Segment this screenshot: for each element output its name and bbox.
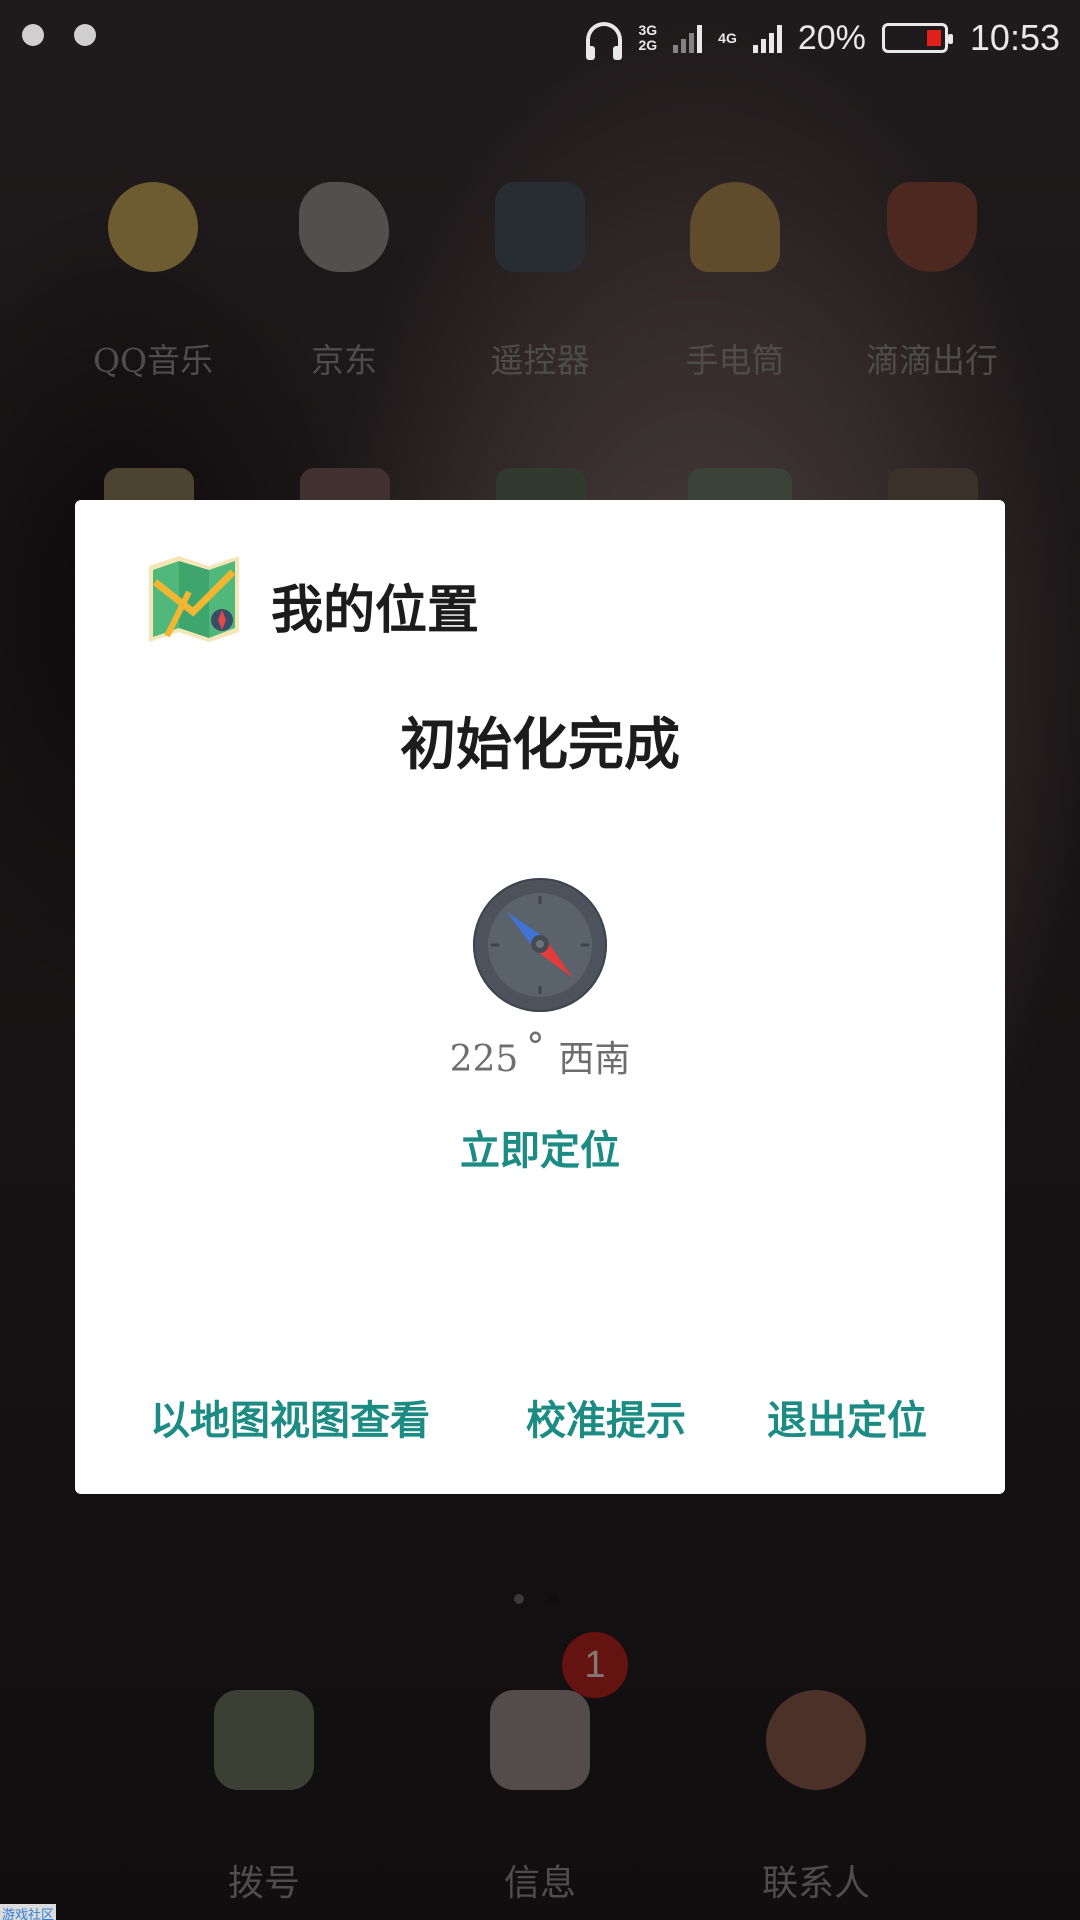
dialog-actions: 以地图视图查看 校准提示 退出定位 bbox=[75, 1388, 1005, 1448]
headset-icon bbox=[586, 22, 623, 60]
location-dialog: 我的位置 初始化完成 225 ° 西南 立即定位 以地图视图查看 校准提示 退出定位 bbox=[75, 500, 1005, 1494]
calibration-tip-button[interactable]: 校准提示 bbox=[526, 1388, 686, 1446]
dialog-title: 我的位置 bbox=[271, 580, 480, 641]
map-icon bbox=[149, 556, 239, 642]
signal-icon bbox=[673, 23, 703, 53]
status-bar: 3G 2G 4G 20% 10:53 bbox=[0, 0, 1080, 76]
network-type-secondary: 4G bbox=[718, 29, 737, 46]
exit-location-button[interactable]: 退出定位 bbox=[767, 1388, 927, 1446]
compass-direction: 西南 bbox=[558, 1039, 631, 1080]
map-view-button[interactable]: 以地图视图查看 bbox=[150, 1388, 430, 1446]
notification-icon bbox=[22, 24, 44, 46]
watermark: 游戏社区 bbox=[0, 1904, 57, 1920]
battery-percent: 20% bbox=[797, 18, 866, 57]
compass-icon bbox=[473, 878, 607, 1012]
network-type-primary: 3G 2G bbox=[638, 23, 657, 53]
notification-icon bbox=[74, 24, 96, 46]
init-status: 初始化完成 bbox=[400, 712, 680, 778]
network-label-2g: 2G bbox=[638, 37, 658, 53]
locate-now-button[interactable]: 立即定位 bbox=[75, 1118, 1005, 1176]
battery-icon bbox=[881, 23, 953, 53]
compass-degrees: 225 bbox=[449, 1039, 519, 1080]
network-label-3g: 3G bbox=[638, 22, 658, 38]
degree-symbol: ° bbox=[526, 1027, 545, 1068]
clock: 10:53 bbox=[969, 17, 1060, 58]
compass-reading: 225 ° 西南 bbox=[75, 1027, 1005, 1082]
signal-icon-4g bbox=[752, 23, 782, 53]
